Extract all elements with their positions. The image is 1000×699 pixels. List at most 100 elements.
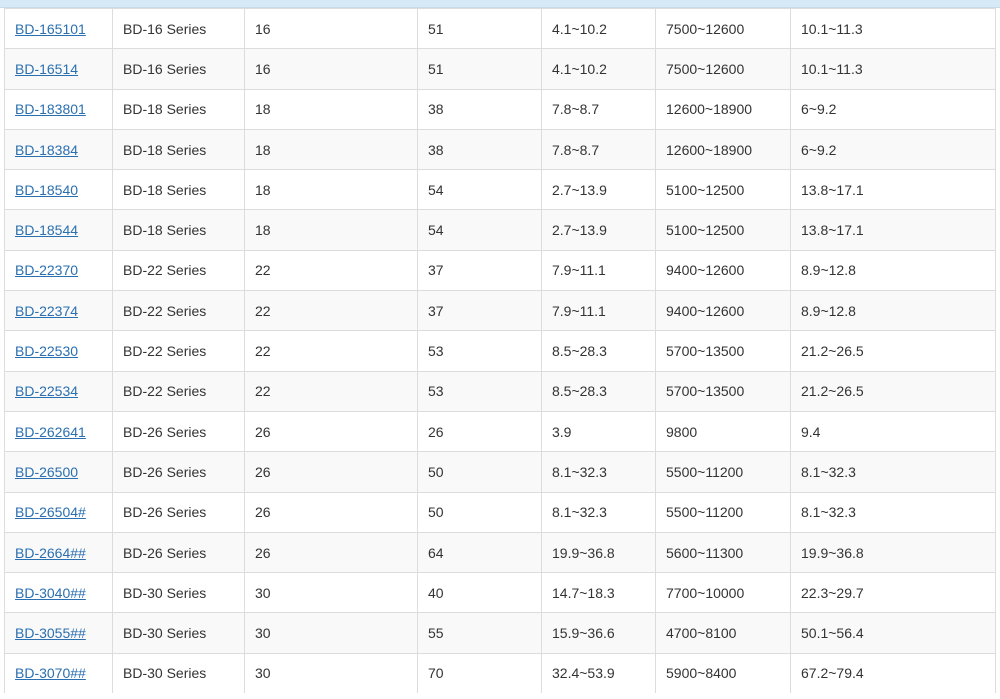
- value-cell-7: 10.1~11.3: [790, 7, 996, 50]
- value-cell-6: 4700~8100: [655, 612, 791, 654]
- value-cell-6: 5500~11200: [655, 451, 791, 493]
- model-cell: BD-3055##: [4, 612, 113, 654]
- table-row: BD-3055## BD-30 Series 30 55 15.9~36.6 4700~8…: [4, 612, 996, 654]
- value-cell-7: 21.2~26.5: [790, 330, 996, 372]
- value-cell-3: 26: [244, 491, 418, 533]
- table-row: BD-262641 BD-26 Series 26 26 3.9 9800 9.4: [4, 410, 996, 453]
- table-row: BD-183801 BD-18 Series 18 38 7.8~8.7 12600~18…: [4, 88, 996, 130]
- value-cell-7: 19.9~36.8: [790, 531, 996, 574]
- value-cell-7: 50.1~56.4: [790, 612, 996, 654]
- model-cell: BD-183801: [4, 88, 113, 130]
- table-row: BD-165101 BD-16 Series 16 51 4.1~10.2 7500~12…: [4, 7, 996, 50]
- model-link[interactable]: BD-22374: [15, 303, 78, 319]
- model-cell: BD-22534: [4, 370, 113, 412]
- value-cell-4: 54: [417, 209, 542, 251]
- value-cell-3: 30: [244, 612, 418, 654]
- value-cell-6: 5100~12500: [655, 209, 791, 251]
- page-bottom: [0, 693, 1000, 699]
- value-cell-5: 15.9~36.6: [541, 612, 656, 654]
- value-cell-6: 7500~12600: [655, 48, 791, 90]
- model-link[interactable]: BD-262641: [15, 424, 86, 440]
- value-cell-4: 38: [417, 128, 542, 171]
- table-row: BD-18544 BD-18 Series 18 54 2.7~13.9 5100~125…: [4, 209, 996, 251]
- value-cell-6: 12600~18900: [655, 88, 791, 130]
- series-cell: BD-18 Series: [112, 209, 245, 251]
- value-cell-5: 7.8~8.7: [541, 128, 656, 171]
- model-link[interactable]: BD-22530: [15, 343, 78, 359]
- value-cell-4: 53: [417, 370, 542, 412]
- series-cell: BD-18 Series: [112, 88, 245, 130]
- model-link[interactable]: BD-18384: [15, 142, 78, 158]
- model-cell: BD-18540: [4, 169, 113, 211]
- value-cell-7: 8.9~12.8: [790, 290, 996, 332]
- table-row: BD-26500 BD-26 Series 26 50 8.1~32.3 5500~112…: [4, 451, 996, 493]
- series-cell: BD-30 Series: [112, 612, 245, 654]
- model-cell: BD-26504#: [4, 491, 113, 533]
- value-cell-5: 2.7~13.9: [541, 209, 656, 251]
- table-row: BD-16514 BD-16 Series 16 51 4.1~10.2 7500~126…: [4, 48, 996, 90]
- value-cell-5: 8.5~28.3: [541, 330, 656, 372]
- value-cell-7: 22.3~29.7: [790, 572, 996, 614]
- value-cell-5: 8.1~32.3: [541, 451, 656, 493]
- value-cell-4: 53: [417, 330, 542, 372]
- model-cell: BD-262641: [4, 410, 113, 453]
- model-link[interactable]: BD-183801: [15, 101, 86, 117]
- model-link[interactable]: BD-18540: [15, 182, 78, 198]
- value-cell-3: 18: [244, 88, 418, 130]
- value-cell-3: 16: [244, 48, 418, 90]
- model-cell: BD-22370: [4, 249, 113, 292]
- model-cell: BD-2664##: [4, 531, 113, 574]
- model-link[interactable]: BD-22370: [15, 262, 78, 278]
- value-cell-3: 26: [244, 410, 418, 453]
- model-link[interactable]: BD-16514: [15, 61, 78, 77]
- product-table-container: BD-165101 BD-16 Series 16 51 4.1~10.2 7500~12…: [0, 0, 1000, 699]
- value-cell-6: 7700~10000: [655, 572, 791, 614]
- model-link[interactable]: BD-22534: [15, 383, 78, 399]
- value-cell-6: 5900~8400: [655, 652, 791, 695]
- table-row: BD-3070## BD-30 Series 30 70 32.4~53.9 5900~8…: [4, 652, 996, 695]
- value-cell-6: 9800: [655, 410, 791, 453]
- series-cell: BD-16 Series: [112, 48, 245, 90]
- value-cell-4: 55: [417, 612, 542, 654]
- value-cell-3: 30: [244, 572, 418, 614]
- value-cell-4: 50: [417, 451, 542, 493]
- series-cell: BD-26 Series: [112, 410, 245, 453]
- series-cell: BD-22 Series: [112, 370, 245, 412]
- model-link[interactable]: BD-26504#: [15, 504, 86, 520]
- value-cell-6: 7500~12600: [655, 7, 791, 50]
- value-cell-7: 13.8~17.1: [790, 209, 996, 251]
- value-cell-3: 30: [244, 652, 418, 695]
- model-link[interactable]: BD-26500: [15, 464, 78, 480]
- model-link[interactable]: BD-3040##: [15, 585, 86, 601]
- model-link[interactable]: BD-3055##: [15, 625, 86, 641]
- table-row: BD-3040## BD-30 Series 30 40 14.7~18.3 7700~1…: [4, 572, 996, 614]
- model-cell: BD-26500: [4, 451, 113, 493]
- value-cell-4: 50: [417, 491, 542, 533]
- value-cell-4: 51: [417, 7, 542, 50]
- model-link[interactable]: BD-3070##: [15, 665, 86, 681]
- model-cell: BD-3070##: [4, 652, 113, 695]
- value-cell-7: 21.2~26.5: [790, 370, 996, 412]
- value-cell-7: 8.1~32.3: [790, 491, 996, 533]
- series-cell: BD-26 Series: [112, 531, 245, 574]
- model-cell: BD-165101: [4, 7, 113, 50]
- series-cell: BD-22 Series: [112, 290, 245, 332]
- product-table: BD-165101 BD-16 Series 16 51 4.1~10.2 7500~12…: [4, 7, 996, 695]
- value-cell-7: 10.1~11.3: [790, 48, 996, 90]
- value-cell-3: 18: [244, 209, 418, 251]
- series-cell: BD-18 Series: [112, 169, 245, 211]
- table-row: BD-18540 BD-18 Series 18 54 2.7~13.9 5100~125…: [4, 169, 996, 211]
- series-cell: BD-22 Series: [112, 249, 245, 292]
- value-cell-3: 22: [244, 249, 418, 292]
- value-cell-6: 12600~18900: [655, 128, 791, 171]
- value-cell-5: 32.4~53.9: [541, 652, 656, 695]
- model-link[interactable]: BD-165101: [15, 21, 86, 37]
- value-cell-5: 7.9~11.1: [541, 249, 656, 292]
- value-cell-5: 7.8~8.7: [541, 88, 656, 130]
- value-cell-6: 5700~13500: [655, 370, 791, 412]
- model-link[interactable]: BD-2664##: [15, 545, 86, 561]
- model-link[interactable]: BD-18544: [15, 222, 78, 238]
- value-cell-3: 26: [244, 451, 418, 493]
- value-cell-6: 5600~11300: [655, 531, 791, 574]
- value-cell-4: 38: [417, 88, 542, 130]
